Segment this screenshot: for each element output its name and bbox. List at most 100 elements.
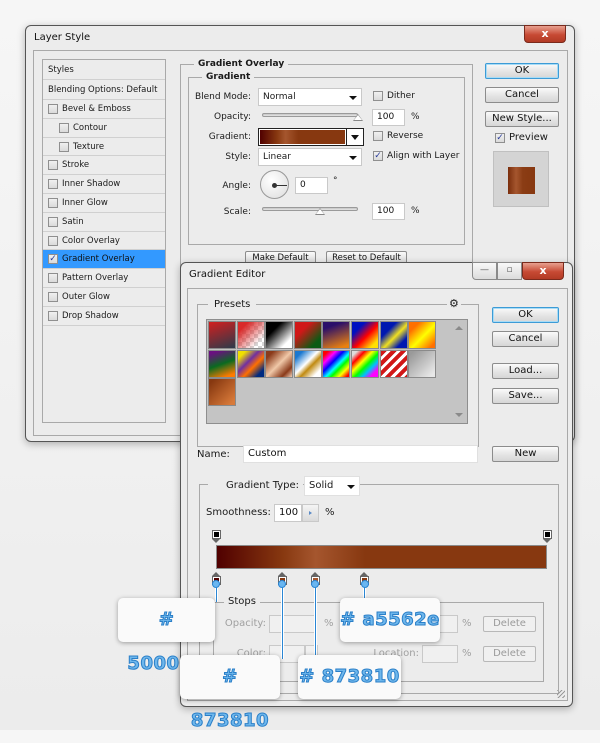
- style-checkbox[interactable]: [48, 273, 58, 284]
- preset-blue-yellow-blue[interactable]: [379, 321, 408, 349]
- style-item-label: Texture: [73, 141, 105, 152]
- gradient-type-value: Solid: [309, 480, 334, 491]
- name-input[interactable]: Custom: [243, 445, 478, 463]
- opacity-stop[interactable]: [542, 530, 552, 543]
- opacity-stop[interactable]: [211, 530, 221, 543]
- gradient-bar-area: [211, 529, 552, 589]
- gradient-cancel-button[interactable]: Cancel: [492, 331, 559, 347]
- angle-dial[interactable]: [260, 170, 289, 199]
- style-checkbox[interactable]: [48, 292, 58, 302]
- style-item-gradient-overlay[interactable]: ✓ Gradient Overlay: [43, 250, 165, 270]
- presets-gear-icon[interactable]: ⚙: [447, 297, 461, 310]
- new-style-button[interactable]: New Style...: [485, 111, 559, 127]
- gradient-preview-bar[interactable]: [216, 545, 547, 569]
- preset-blue-red-yellow[interactable]: [351, 321, 379, 349]
- preset-transparent-rainbow[interactable]: [351, 349, 379, 378]
- opacity-input[interactable]: 100: [372, 109, 405, 126]
- preset-black-white[interactable]: [265, 321, 294, 349]
- style-item-satin[interactable]: Satin: [43, 213, 165, 232]
- style-checkbox[interactable]: [48, 179, 58, 190]
- preset-yellow-violet-orange-blue[interactable]: [236, 349, 265, 378]
- minimize-button[interactable]: —: [472, 262, 497, 280]
- presets-scrollbar[interactable]: [451, 320, 467, 423]
- preset-violet-orange[interactable]: [322, 321, 351, 349]
- preset-spectrum[interactable]: [322, 349, 351, 378]
- opacity-slider[interactable]: [262, 113, 358, 117]
- load-button[interactable]: Load...: [492, 363, 559, 379]
- gradient-ok-button[interactable]: OK: [492, 307, 559, 323]
- restore-button[interactable]: ▫: [497, 262, 522, 280]
- style-item-styles[interactable]: Styles: [43, 60, 165, 80]
- scale-input[interactable]: 100: [372, 203, 405, 220]
- gradient-dropdown-button[interactable]: [346, 129, 363, 145]
- resize-grip-icon[interactable]: [557, 690, 565, 698]
- style-checkbox[interactable]: ✓: [48, 254, 58, 265]
- color-stop[interactable]: [310, 572, 320, 585]
- style-checkbox[interactable]: [48, 198, 58, 208]
- preset-neutral-density[interactable]: [408, 349, 437, 378]
- scroll-up-icon[interactable]: [455, 326, 463, 330]
- stops-location-percent-1: %: [462, 618, 472, 629]
- color-stop[interactable]: [211, 572, 221, 585]
- degree-sign: °: [333, 176, 338, 186]
- gradient-editor-close-button[interactable]: x: [522, 262, 564, 280]
- style-checkbox[interactable]: [48, 216, 58, 227]
- layer-style-cancel-button[interactable]: Cancel: [485, 87, 559, 103]
- delete-color-stop-button[interactable]: Delete: [483, 646, 536, 662]
- layer-style-ok-button[interactable]: OK: [485, 63, 559, 79]
- style-checkbox[interactable]: [48, 160, 58, 171]
- blend-mode-select[interactable]: Normal: [258, 88, 362, 106]
- style-item-contour[interactable]: Contour: [43, 119, 165, 138]
- style-checkbox[interactable]: [48, 310, 58, 321]
- preset-foreground-to-transparent[interactable]: [236, 321, 265, 349]
- style-item-stroke[interactable]: Stroke: [43, 156, 165, 176]
- preset-copper[interactable]: [265, 349, 294, 378]
- style-item-color-overlay[interactable]: Color Overlay: [43, 232, 165, 251]
- preset-red-green[interactable]: [293, 321, 322, 349]
- preset-custom-copper[interactable]: [208, 378, 236, 407]
- scale-slider-thumb[interactable]: [314, 208, 325, 215]
- angle-input[interactable]: 0: [295, 177, 328, 194]
- preview-checkbox[interactable]: ✓: [495, 133, 505, 143]
- style-checkbox[interactable]: [59, 122, 69, 133]
- preset-transparent-stripes[interactable]: [379, 349, 408, 378]
- style-checkbox[interactable]: [48, 235, 58, 246]
- gradient-swatch[interactable]: [260, 130, 345, 144]
- new-button[interactable]: New: [492, 446, 559, 462]
- smoothness-input[interactable]: 100: [274, 504, 302, 522]
- scale-slider[interactable]: [262, 207, 358, 211]
- gradient-type-select[interactable]: Solid: [304, 476, 360, 496]
- delete-opacity-stop-button[interactable]: Delete: [483, 616, 536, 632]
- smoothness-label: Smoothness:: [206, 507, 271, 518]
- angle-dial-center: [272, 182, 277, 188]
- style-item-texture[interactable]: Texture: [43, 138, 165, 157]
- style-item-inner-glow[interactable]: Inner Glow: [43, 194, 165, 213]
- preset-foreground-to-background[interactable]: [208, 321, 236, 349]
- style-item-label: Stroke: [62, 160, 90, 171]
- preset-orange-yellow-orange[interactable]: [408, 321, 437, 349]
- style-select[interactable]: Linear: [258, 148, 362, 166]
- save-button[interactable]: Save...: [492, 388, 559, 404]
- style-item-outer-glow[interactable]: Outer Glow: [43, 288, 165, 307]
- style-item-pattern-overlay[interactable]: Pattern Overlay: [43, 269, 165, 288]
- style-item-drop-shadow[interactable]: Drop Shadow: [43, 307, 165, 326]
- style-item-inner-shadow[interactable]: Inner Shadow: [43, 175, 165, 194]
- gradient-picker[interactable]: [258, 128, 364, 146]
- color-stop[interactable]: [277, 572, 287, 585]
- style-item-label: Pattern Overlay: [62, 273, 129, 284]
- color-stop[interactable]: [360, 572, 370, 585]
- style-item-blending-options-default[interactable]: Blending Options: Default: [43, 80, 165, 100]
- layer-style-close-button[interactable]: x: [524, 25, 566, 43]
- scroll-down-icon[interactable]: [455, 413, 463, 417]
- stops-location-label-2: Location:: [373, 648, 419, 659]
- style-item-bevel-emboss[interactable]: Bevel & Emboss: [43, 100, 165, 119]
- style-checkbox[interactable]: [59, 141, 69, 152]
- style-checkbox[interactable]: [48, 104, 58, 114]
- preset-violet-green-orange[interactable]: [208, 349, 236, 378]
- dither-checkbox[interactable]: [373, 91, 383, 101]
- smoothness-stepper[interactable]: [302, 504, 319, 522]
- align-with-layer-checkbox[interactable]: ✓: [373, 151, 383, 161]
- reverse-checkbox[interactable]: [373, 131, 383, 141]
- opacity-slider-thumb[interactable]: [353, 114, 363, 121]
- preset-chrome[interactable]: [293, 349, 322, 378]
